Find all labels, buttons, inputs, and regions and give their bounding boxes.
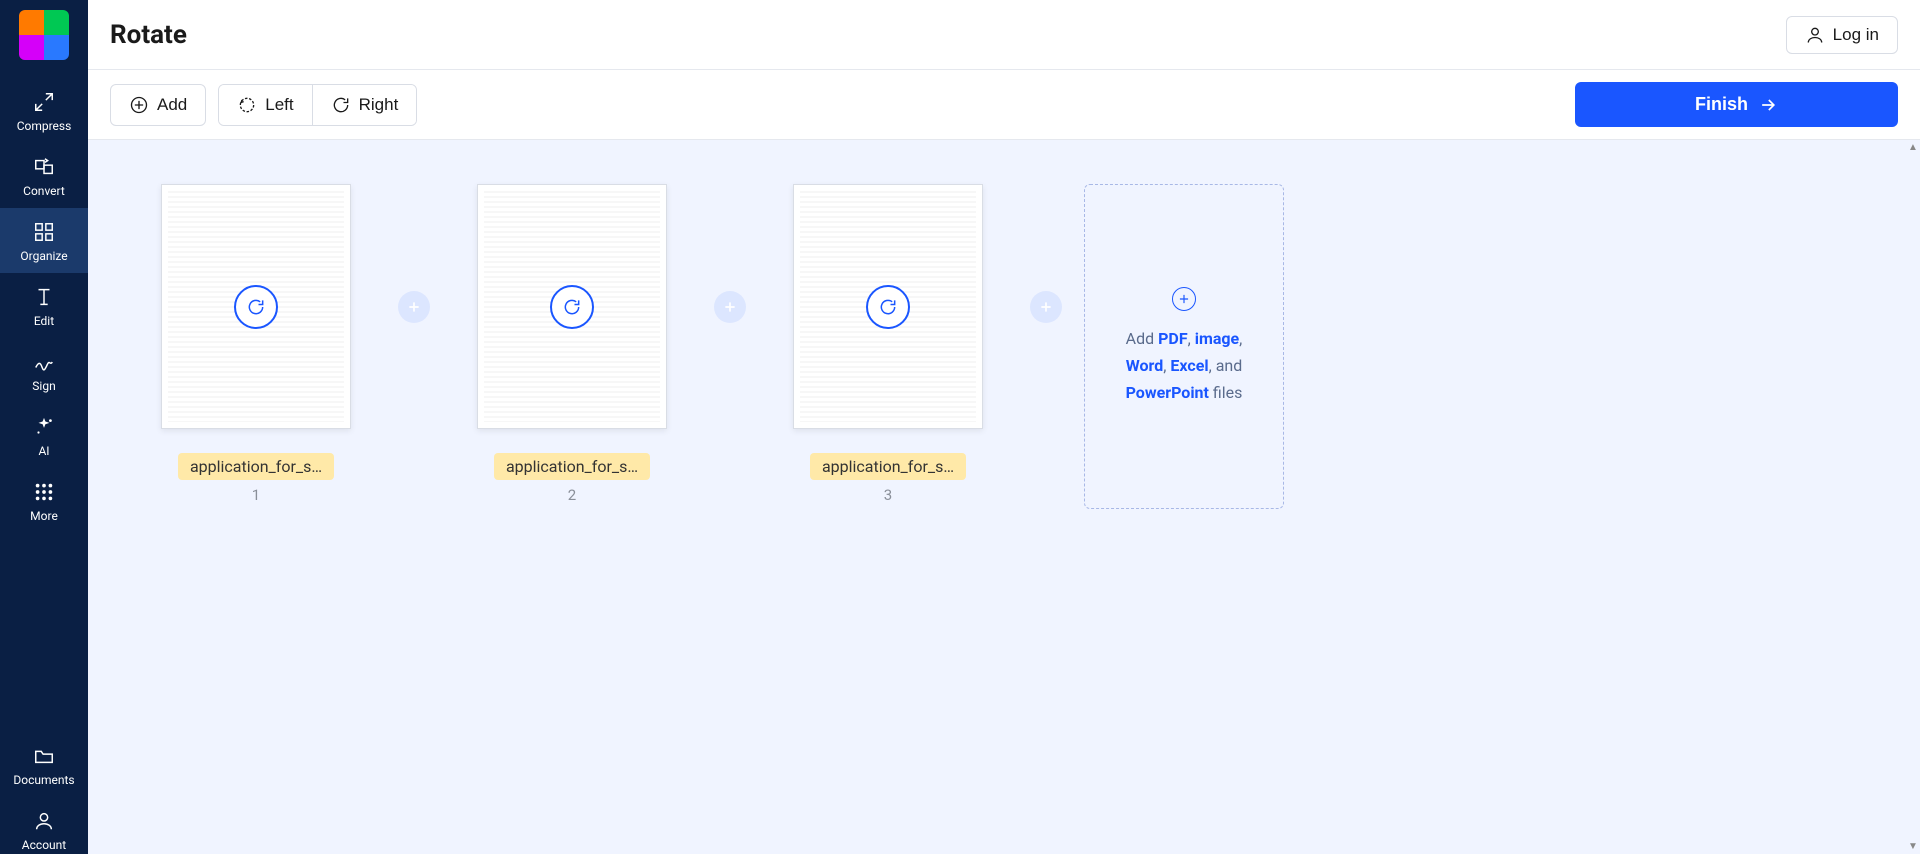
ai-icon bbox=[32, 415, 56, 439]
sidebar-item-label: Organize bbox=[20, 249, 67, 263]
compress-icon bbox=[32, 90, 56, 114]
sidebar-item-organize[interactable]: Organize bbox=[0, 208, 88, 273]
sidebar: Compress Convert Organize Edit Sign bbox=[0, 0, 88, 854]
organize-icon bbox=[32, 220, 56, 244]
insert-page-button[interactable] bbox=[398, 291, 430, 323]
user-icon bbox=[1805, 25, 1825, 45]
edit-icon bbox=[32, 285, 56, 309]
sidebar-item-label: Edit bbox=[34, 314, 54, 328]
convert-icon bbox=[32, 155, 56, 179]
page-title: Rotate bbox=[110, 20, 187, 50]
add-button[interactable]: Add bbox=[110, 84, 206, 126]
sidebar-item-label: Sign bbox=[32, 379, 55, 393]
sidebar-item-more[interactable]: More bbox=[0, 468, 88, 533]
sidebar-item-label: Convert bbox=[23, 184, 65, 198]
add-card-text: Add PDF, image, Word, Excel, and PowerPo… bbox=[1105, 325, 1263, 407]
file-label: application_for_s… bbox=[494, 453, 650, 480]
sidebar-item-ai[interactable]: AI bbox=[0, 403, 88, 468]
toolbar: Add Left Right bbox=[88, 70, 1920, 140]
more-icon bbox=[32, 480, 56, 504]
header: Rotate Log in bbox=[88, 0, 1920, 70]
file-label: application_for_s… bbox=[810, 453, 966, 480]
sidebar-item-sign[interactable]: Sign bbox=[0, 338, 88, 403]
rotate-badge-icon[interactable] bbox=[234, 285, 278, 329]
account-icon bbox=[32, 809, 56, 833]
plus-circle-icon bbox=[1172, 287, 1196, 311]
rotate-left-button[interactable]: Left bbox=[219, 85, 312, 125]
rotate-badge-icon[interactable] bbox=[866, 285, 910, 329]
sidebar-item-edit[interactable]: Edit bbox=[0, 273, 88, 338]
arrow-right-icon bbox=[1758, 95, 1778, 115]
page-thumbnail[interactable]: application_for_s… 2 bbox=[452, 184, 692, 504]
page-number: 3 bbox=[884, 486, 892, 504]
login-button[interactable]: Log in bbox=[1786, 16, 1898, 54]
file-label: application_for_s… bbox=[178, 453, 334, 480]
insert-page-button[interactable] bbox=[714, 291, 746, 323]
sign-icon bbox=[32, 350, 56, 374]
rotate-badge-icon[interactable] bbox=[550, 285, 594, 329]
add-label: Add bbox=[157, 95, 187, 115]
page-thumbnail[interactable]: application_for_s… 1 bbox=[136, 184, 376, 504]
page-number: 1 bbox=[252, 486, 260, 504]
scrollbar[interactable]: ▲ ▼ bbox=[1908, 140, 1918, 854]
rotate-left-icon bbox=[237, 95, 257, 115]
sidebar-item-convert[interactable]: Convert bbox=[0, 143, 88, 208]
documents-icon bbox=[32, 744, 56, 768]
rotate-left-label: Left bbox=[265, 95, 293, 115]
page-thumbnail[interactable]: application_for_s… 3 bbox=[768, 184, 1008, 504]
rotate-right-icon bbox=[331, 95, 351, 115]
add-files-card[interactable]: Add PDF, image, Word, Excel, and PowerPo… bbox=[1084, 184, 1284, 509]
app-logo[interactable] bbox=[19, 10, 69, 60]
finish-label: Finish bbox=[1695, 94, 1748, 115]
page-number: 2 bbox=[568, 486, 576, 504]
rotate-right-label: Right bbox=[359, 95, 399, 115]
sidebar-item-label: More bbox=[30, 509, 58, 523]
scroll-up-icon: ▲ bbox=[1908, 142, 1918, 153]
rotate-right-button[interactable]: Right bbox=[313, 85, 417, 125]
sidebar-item-documents[interactable]: Documents bbox=[0, 732, 88, 797]
scroll-down-icon: ▼ bbox=[1908, 841, 1918, 852]
plus-circle-icon bbox=[129, 95, 149, 115]
sidebar-item-label: Account bbox=[22, 838, 66, 852]
sidebar-item-label: Documents bbox=[13, 773, 74, 787]
finish-button[interactable]: Finish bbox=[1575, 82, 1898, 127]
workspace: application_for_s… 1 application_for_s… … bbox=[88, 140, 1920, 854]
sidebar-item-label: AI bbox=[38, 444, 49, 458]
login-label: Log in bbox=[1833, 25, 1879, 45]
insert-page-button[interactable] bbox=[1030, 291, 1062, 323]
sidebar-item-compress[interactable]: Compress bbox=[0, 78, 88, 143]
sidebar-item-label: Compress bbox=[17, 119, 72, 133]
sidebar-item-account[interactable]: Account bbox=[0, 797, 88, 854]
